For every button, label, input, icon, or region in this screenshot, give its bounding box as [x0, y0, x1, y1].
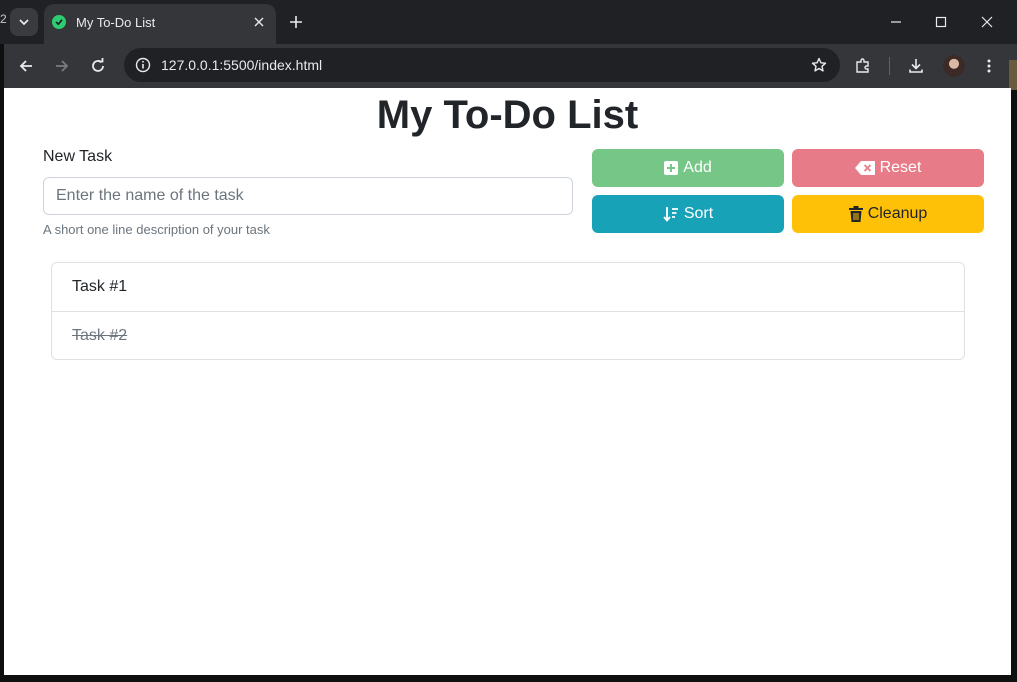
plus-icon: [290, 16, 302, 28]
reload-icon: [92, 58, 104, 72]
maximize-button[interactable]: [926, 8, 956, 36]
arrow-left-icon: [19, 60, 32, 72]
task-name-input[interactable]: [43, 177, 573, 215]
arrow-right-icon: [56, 60, 69, 72]
sort-icon: [663, 206, 679, 222]
bookmark-star-icon[interactable]: [810, 56, 828, 74]
sort-button[interactable]: Sort: [592, 195, 784, 233]
menu-button[interactable]: [976, 53, 1002, 79]
close-icon: [981, 16, 993, 28]
extensions-button[interactable]: [850, 53, 876, 79]
tab-title: My To-Do List: [76, 15, 156, 30]
puzzle-icon: [856, 58, 869, 73]
new-task-label: New Task: [43, 148, 113, 165]
back-button[interactable]: [13, 53, 39, 79]
page-title: My To-Do List: [376, 93, 639, 137]
trash-icon: [848, 206, 863, 222]
tab-close-button[interactable]: [250, 13, 268, 31]
task-list: Task #1 Task #2: [51, 262, 965, 360]
task-item-completed[interactable]: Task #2: [52, 311, 964, 359]
site-info-icon[interactable]: [134, 56, 152, 74]
chevron-down-icon: [19, 19, 29, 26]
check-favicon-icon: [52, 15, 66, 29]
task-text: Task #2: [72, 326, 128, 344]
reset-button[interactable]: Reset: [792, 149, 984, 187]
cleanup-button-label: Cleanup: [867, 205, 928, 222]
offscreen-tab-fragment: 2: [0, 12, 7, 26]
cleanup-button[interactable]: Cleanup: [792, 195, 984, 233]
minimize-button[interactable]: [881, 8, 911, 36]
downloads-button[interactable]: [903, 53, 929, 79]
address-bar[interactable]: 127.0.0.1:5500/index.html: [124, 48, 840, 82]
plus-square-icon: [664, 161, 679, 175]
forward-button[interactable]: [49, 53, 75, 79]
toolbar-divider: [889, 57, 890, 75]
new-tab-button[interactable]: [284, 10, 308, 34]
tab-active[interactable]: My To-Do List: [44, 4, 276, 44]
task-help-text: A short one line description of your tas…: [43, 222, 270, 237]
maximize-icon: [935, 16, 947, 28]
browser-window: 2 My To-Do List 127.0.0.1:5500/index.htm…: [0, 0, 1017, 682]
profile-avatar[interactable]: [943, 55, 965, 77]
task-item[interactable]: Task #1: [52, 263, 964, 311]
add-button[interactable]: Add: [592, 149, 784, 187]
tab-search-button[interactable]: [10, 8, 38, 36]
backspace-icon: [854, 161, 875, 175]
close-icon: [254, 17, 264, 27]
reset-button-label: Reset: [879, 159, 922, 176]
tab-strip: 2 My To-Do List: [0, 0, 1017, 44]
minimize-icon: [891, 21, 901, 23]
browser-toolbar: 127.0.0.1:5500/index.html: [4, 44, 1017, 88]
page-viewport: My To-Do List New Task A short one line …: [4, 88, 1011, 675]
add-button-label: Add: [683, 159, 712, 176]
sort-button-label: Sort: [683, 205, 714, 222]
url-text: 127.0.0.1:5500/index.html: [161, 57, 323, 73]
desktop-background-edge: [1009, 60, 1017, 90]
download-icon: [909, 59, 923, 73]
more-vertical-icon: [987, 59, 991, 73]
task-text: Task #1: [72, 278, 128, 295]
reload-button[interactable]: [85, 53, 111, 79]
close-window-button[interactable]: [972, 8, 1002, 36]
